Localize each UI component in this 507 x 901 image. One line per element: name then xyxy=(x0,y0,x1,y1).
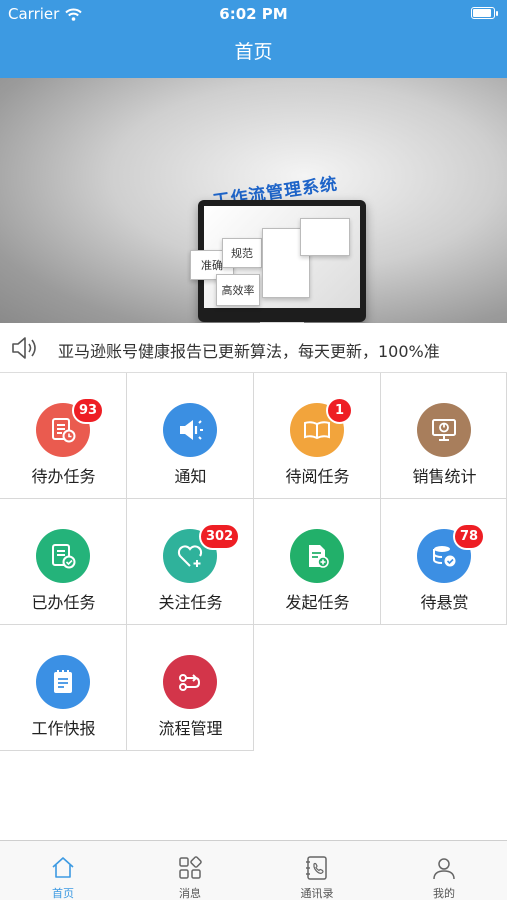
grid-item-done-tasks[interactable]: 已办任务 xyxy=(0,499,127,625)
home-icon xyxy=(52,857,74,878)
status-bar: Carrier 6:02 PM xyxy=(0,0,507,28)
tab-label: 首页 xyxy=(52,887,74,900)
notepad-icon xyxy=(36,655,90,709)
task-check-icon xyxy=(36,529,90,583)
page-title: 首页 xyxy=(234,41,273,63)
tab-home[interactable]: 首页 xyxy=(0,841,126,901)
grid-item-label: 关注任务 xyxy=(158,593,223,612)
grid-item-label: 销售统计 xyxy=(412,467,477,486)
grid-item-label: 发起任务 xyxy=(285,593,350,612)
grid-item-process-management[interactable]: 流程管理 xyxy=(127,625,254,751)
tab-messages[interactable]: 消息 xyxy=(127,841,253,901)
count-badge: 93 xyxy=(72,397,105,424)
grid-item-work-report[interactable]: 工作快报 xyxy=(0,625,127,751)
grid-item-label: 待悬赏 xyxy=(420,593,469,612)
grid-item-to-read-tasks[interactable]: 1 待阅任务 xyxy=(254,373,381,499)
count-badge: 78 xyxy=(453,523,486,550)
grid-item-notice[interactable]: 通知 xyxy=(127,373,254,499)
notice-bar[interactable]: 亚马逊账号健康报告已更新算法，每天更新，100%准 xyxy=(0,323,507,373)
document-plus-icon xyxy=(290,529,344,583)
battery-icon xyxy=(471,7,498,19)
monitor-chart-icon xyxy=(417,403,471,457)
tab-me[interactable]: 我的 xyxy=(381,841,507,901)
tab-contacts[interactable]: 通讯录 xyxy=(254,841,380,901)
grid-item-label: 工作快报 xyxy=(31,719,96,738)
grid-item-followed-tasks[interactable]: 302 关注任务 xyxy=(127,499,254,625)
grid-item-label: 流程管理 xyxy=(158,719,223,738)
tab-label: 我的 xyxy=(433,887,455,900)
banner-card xyxy=(300,218,350,256)
megaphone-icon xyxy=(163,403,217,457)
tab-bar: 首页 消息 通讯录 我的 xyxy=(0,840,507,900)
banner-card: 高效率 xyxy=(216,274,260,306)
count-badge: 1 xyxy=(326,397,353,424)
tab-label: 通讯录 xyxy=(300,887,334,900)
grid-item-sales-stats[interactable]: 销售统计 xyxy=(381,373,507,499)
grid-item-label: 通知 xyxy=(174,467,207,486)
speaker-icon xyxy=(12,337,36,359)
tab-label: 消息 xyxy=(179,887,201,900)
banner-carousel[interactable]: 工作流管理系统 准确 规范 高效率 xyxy=(0,78,507,323)
grid-item-label: 待办任务 xyxy=(31,467,96,486)
person-icon xyxy=(433,858,455,880)
flow-icon xyxy=(163,655,217,709)
banner-card: 规范 xyxy=(222,238,262,268)
notice-text: 亚马逊账号健康报告已更新算法，每天更新，100%准 xyxy=(58,342,440,361)
grid-item-label: 待阅任务 xyxy=(285,467,350,486)
count-badge: 302 xyxy=(199,523,241,550)
grid-item-pending-reward[interactable]: 78 待悬赏 xyxy=(381,499,507,625)
clock: 6:02 PM xyxy=(219,5,288,23)
grid-item-start-task[interactable]: 发起任务 xyxy=(254,499,381,625)
grid-item-label: 已办任务 xyxy=(31,593,96,612)
grid-icon xyxy=(179,856,202,879)
grid-item-todo-tasks[interactable]: 93 待办任务 xyxy=(0,373,127,499)
contacts-icon xyxy=(306,856,327,880)
nav-bar: 首页 xyxy=(0,28,507,78)
